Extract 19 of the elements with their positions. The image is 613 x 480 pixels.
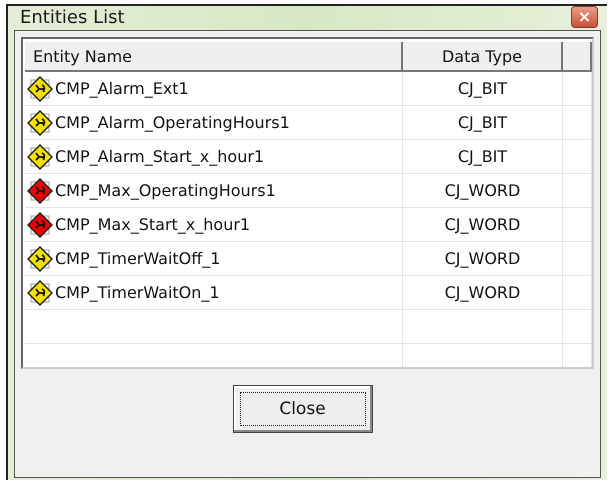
entity-name: CMP_Max_OperatingHours1	[55, 181, 276, 200]
data-type: CJ_WORD	[444, 249, 520, 268]
data-type: CJ_WORD	[444, 181, 520, 200]
entity-name: CMP_Alarm_Start_x_hour1	[55, 147, 264, 166]
window-title: Entities List	[20, 6, 125, 28]
column-header[interactable]: Data Type	[403, 42, 563, 72]
entity-name: CMP_TimerWaitOff_1	[55, 249, 220, 268]
column-header[interactable]: Entity Name	[25, 42, 403, 72]
data-type: CJ_BIT	[458, 147, 508, 166]
column-header	[563, 42, 592, 72]
data-type: CJ_WORD	[444, 215, 520, 234]
entity-name: CMP_TimerWaitOn_1	[55, 283, 220, 302]
close-button[interactable]: Close	[232, 385, 372, 433]
entity-name: CMP_Alarm_Ext1	[55, 79, 189, 98]
entity-name: CMP_Max_Start_x_hour1	[55, 215, 250, 234]
entity-name: CMP_Alarm_OperatingHours1	[55, 113, 290, 132]
data-type: CJ_WORD	[444, 283, 520, 302]
data-type: CJ_BIT	[458, 113, 508, 132]
data-type: CJ_BIT	[458, 79, 508, 98]
